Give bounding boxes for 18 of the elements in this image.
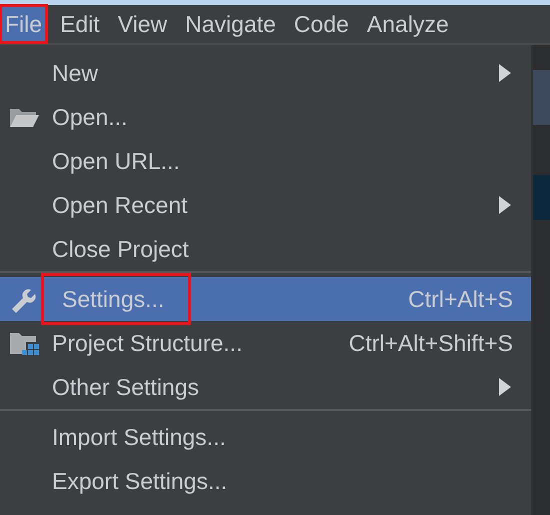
menu-item[interactable]: New xyxy=(0,51,531,95)
menu-item[interactable]: Open Recent xyxy=(0,183,531,227)
menu-item[interactable]: Project Structure... Ctrl+Alt+Shift+S xyxy=(0,321,531,365)
menu-item[interactable]: Export Settings... xyxy=(0,459,531,503)
submenu-arrow-icon xyxy=(499,196,511,214)
menu-item[interactable]: Close Project xyxy=(0,227,531,271)
menu-bar-item[interactable]: Navigate xyxy=(180,5,281,43)
menu-bar-item[interactable]: Edit xyxy=(55,5,105,43)
menu-item[interactable]: Import Settings... xyxy=(0,415,531,459)
submenu-arrow-icon xyxy=(499,64,511,82)
menu-item[interactable]: Other Settings xyxy=(0,365,531,409)
folder-grid-icon xyxy=(8,330,40,356)
menu-bar-item[interactable]: Code xyxy=(288,5,354,43)
submenu-arrow-icon xyxy=(499,378,511,396)
menu-bar-item[interactable]: View xyxy=(112,5,172,43)
menu-item[interactable]: Open URL... xyxy=(0,139,531,183)
menu-bar-item[interactable]: Analyze xyxy=(362,5,454,43)
menu-item[interactable]: Open... xyxy=(0,95,531,139)
